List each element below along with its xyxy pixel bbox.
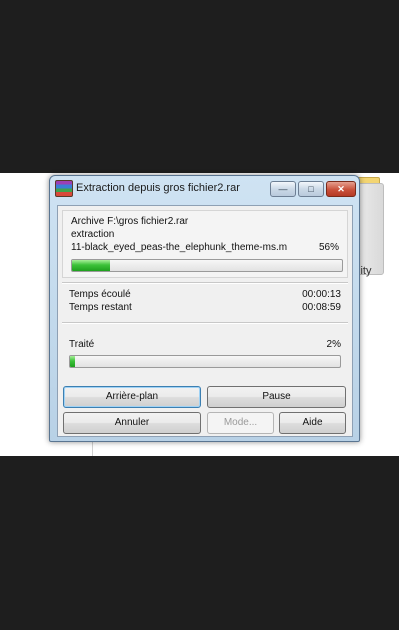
processed-label: Traité	[69, 339, 95, 350]
processed-percent: 2%	[326, 339, 341, 350]
total-progress-fill	[70, 356, 76, 367]
elapsed-label: Temps écoulé	[69, 289, 131, 300]
operation-label: extraction	[71, 229, 115, 240]
background-button[interactable]: Arrière-plan	[63, 386, 201, 408]
elapsed-value: 00:00:13	[302, 289, 341, 300]
current-file-name: 11-black_eyed_peas-the_elephunk_theme-ms…	[71, 242, 288, 253]
title-bar[interactable]: Extraction depuis gros fichier2.rar — □ …	[50, 176, 359, 200]
file-percent: 56%	[318, 242, 339, 253]
minimize-button[interactable]: —	[270, 181, 296, 197]
maximize-button[interactable]: □	[298, 181, 324, 197]
archive-path: Archive F:\gros fichier2.rar	[71, 216, 189, 227]
separator	[62, 282, 348, 284]
file-progress-bar	[71, 259, 343, 272]
extraction-dialog: Extraction depuis gros fichier2.rar — □ …	[49, 175, 360, 442]
dialog-body: Archive F:\gros fichier2.rar extraction …	[57, 205, 353, 437]
remaining-value: 00:08:59	[302, 302, 341, 313]
window-title: Extraction depuis gros fichier2.rar	[76, 182, 240, 194]
archive-info-group: Archive F:\gros fichier2.rar extraction …	[62, 210, 348, 278]
close-button[interactable]: ✕	[326, 181, 356, 197]
winrar-icon	[55, 180, 73, 197]
help-button[interactable]: Aide	[279, 412, 346, 434]
background-text: lity	[358, 265, 372, 277]
mode-button[interactable]: Mode...	[207, 412, 274, 434]
total-progress-bar	[69, 355, 341, 368]
pause-button[interactable]: Pause	[207, 386, 346, 408]
separator	[62, 322, 348, 324]
cancel-button[interactable]: Annuler	[63, 412, 201, 434]
remaining-label: Temps restant	[69, 302, 132, 313]
file-progress-fill	[72, 260, 110, 271]
